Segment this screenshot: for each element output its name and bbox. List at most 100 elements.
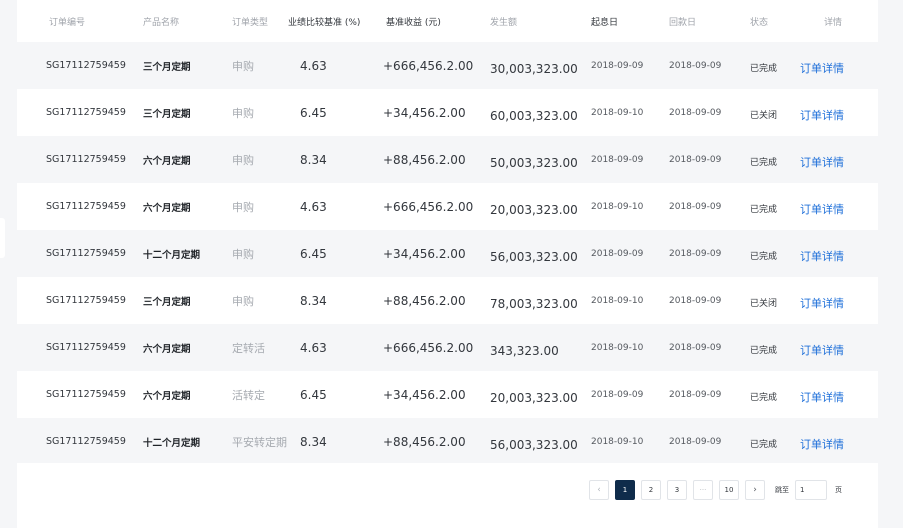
order-type-cell: 申购 <box>232 200 254 214</box>
order-type-cell: 定转活 <box>232 341 265 355</box>
status-cell: 已完成 <box>750 252 778 262</box>
income-cell: +88,456.2.00 <box>383 434 466 449</box>
order-detail-link[interactable]: 订单详情 <box>800 91 844 138</box>
amount-cell: 343,323.00 <box>490 343 559 358</box>
header-rate: 业绩比较基准 (%) <box>288 17 361 28</box>
jump-label: 跳至 <box>775 486 789 494</box>
order-detail-link[interactable]: 订单详情 <box>800 44 844 91</box>
amount-cell: 50,003,323.00 <box>490 155 578 170</box>
return-date-cell: 2018-09-09 <box>669 107 722 118</box>
amount-cell: 56,003,323.00 <box>490 437 578 452</box>
side-collapse-tab[interactable] <box>0 218 5 258</box>
start-date-cell: 2018-09-10 <box>591 201 644 212</box>
product-name-cell: 六个月定期 <box>143 343 191 355</box>
order-type-cell: 平安转定期 <box>232 435 287 449</box>
rate-cell: 4.63 <box>300 199 327 214</box>
status-cell: 已完成 <box>750 205 778 215</box>
order-detail-link[interactable]: 订单详情 <box>800 232 844 279</box>
order-detail-link[interactable]: 订单详情 <box>800 326 844 373</box>
amount-cell: 30,003,323.00 <box>490 61 578 76</box>
product-name-cell: 六个月定期 <box>143 202 191 214</box>
income-cell: +666,456.2.00 <box>383 340 474 355</box>
start-date-cell: 2018-09-10 <box>591 107 644 118</box>
order-detail-link[interactable]: 订单详情 <box>800 420 844 467</box>
income-cell: +34,456.2.00 <box>383 105 466 120</box>
return-date-cell: 2018-09-09 <box>669 295 722 306</box>
table-row: SG17112759459 六个月定期 申购 8.34 +88,456.2.00 50,0… <box>17 136 878 183</box>
rate-cell: 6.45 <box>300 387 327 402</box>
order-type-cell: 申购 <box>232 59 254 73</box>
page-button-3[interactable]: 3 <box>667 480 687 500</box>
page-button-last[interactable]: 10 <box>719 480 739 500</box>
table-header: 订单编号 产品名称 订单类型 业绩比较基准 (%) 基准收益 (元) 发生额 起… <box>17 0 878 42</box>
product-name-cell: 三个月定期 <box>143 61 191 73</box>
return-date-cell: 2018-09-09 <box>669 436 722 447</box>
prev-page-button[interactable]: ‹ <box>589 480 609 500</box>
order-detail-link[interactable]: 订单详情 <box>800 185 844 232</box>
order-detail-link[interactable]: 订单详情 <box>800 279 844 326</box>
amount-cell: 20,003,323.00 <box>490 390 578 405</box>
next-page-button[interactable]: › <box>745 480 765 500</box>
status-cell: 已完成 <box>750 158 778 168</box>
income-cell: +88,456.2.00 <box>383 293 466 308</box>
page-unit-label: 页 <box>835 486 842 494</box>
header-product: 产品名称 <box>143 17 180 28</box>
product-name-cell: 六个月定期 <box>143 390 191 402</box>
income-cell: +34,456.2.00 <box>383 246 466 261</box>
page-button-2[interactable]: 2 <box>641 480 661 500</box>
order-id-cell: SG17112759459 <box>46 154 126 165</box>
header-return-date: 回款日 <box>669 17 697 28</box>
header-order-type: 订单类型 <box>232 17 269 28</box>
table-row: SG17112759459 三个月定期 申购 4.63 +666,456.2.00 30,… <box>17 42 878 89</box>
return-date-cell: 2018-09-09 <box>669 60 722 71</box>
income-cell: +666,456.2.00 <box>383 199 474 214</box>
header-start-date: 起息日 <box>591 17 619 28</box>
jump-page-input[interactable] <box>795 480 827 500</box>
header-detail: 详情 <box>824 17 843 28</box>
rate-cell: 6.45 <box>300 246 327 261</box>
table-row: SG17112759459 三个月定期 申购 8.34 +88,456.2.00 78,0… <box>17 277 878 324</box>
return-date-cell: 2018-09-09 <box>669 342 722 353</box>
product-name-cell: 六个月定期 <box>143 155 191 167</box>
product-name-cell: 三个月定期 <box>143 296 191 308</box>
start-date-cell: 2018-09-09 <box>591 154 644 165</box>
rate-cell: 4.63 <box>300 340 327 355</box>
product-name-cell: 十二个月定期 <box>143 249 201 261</box>
product-name-cell: 十二个月定期 <box>143 437 201 449</box>
page-ellipsis[interactable]: ··· <box>693 480 713 500</box>
start-date-cell: 2018-09-09 <box>591 60 644 71</box>
amount-cell: 60,003,323.00 <box>490 108 578 123</box>
order-type-cell: 申购 <box>232 247 254 261</box>
order-type-cell: 申购 <box>232 294 254 308</box>
header-order-id: 订单编号 <box>49 17 86 28</box>
amount-cell: 56,003,323.00 <box>490 249 578 264</box>
return-date-cell: 2018-09-09 <box>669 248 722 259</box>
table-row: SG17112759459 六个月定期 申购 4.63 +666,456.2.00 20,… <box>17 183 878 230</box>
status-cell: 已关闭 <box>750 299 778 309</box>
order-type-cell: 申购 <box>232 153 254 167</box>
order-detail-link[interactable]: 订单详情 <box>800 373 844 420</box>
rate-cell: 6.45 <box>300 105 327 120</box>
order-type-cell: 活转定 <box>232 388 265 402</box>
pagination-bar: ‹ 1 2 3 ··· 10 › 跳至 页 <box>17 463 878 528</box>
table-row: SG17112759459 六个月定期 活转定 6.45 +34,456.2.00 20,… <box>17 371 878 418</box>
status-cell: 已完成 <box>750 393 778 403</box>
income-cell: +88,456.2.00 <box>383 152 466 167</box>
start-date-cell: 2018-09-10 <box>591 342 644 353</box>
status-cell: 已关闭 <box>750 111 778 121</box>
table-row: SG17112759459 三个月定期 申购 6.45 +34,456.2.00 60,0… <box>17 89 878 136</box>
return-date-cell: 2018-09-09 <box>669 154 722 165</box>
order-detail-link[interactable]: 订单详情 <box>800 138 844 185</box>
page-button-1[interactable]: 1 <box>615 480 635 500</box>
order-id-cell: SG17112759459 <box>46 107 126 118</box>
order-id-cell: SG17112759459 <box>46 389 126 400</box>
income-cell: +34,456.2.00 <box>383 387 466 402</box>
status-cell: 已完成 <box>750 64 778 74</box>
chevron-right-icon: › <box>753 485 757 495</box>
start-date-cell: 2018-09-09 <box>591 389 644 400</box>
status-cell: 已完成 <box>750 440 778 450</box>
amount-cell: 78,003,323.00 <box>490 296 578 311</box>
rate-cell: 8.34 <box>300 434 327 449</box>
table-row: SG17112759459 十二个月定期 平安转定期 8.34 +88,456.2.00… <box>17 418 878 465</box>
rate-cell: 4.63 <box>300 58 327 73</box>
